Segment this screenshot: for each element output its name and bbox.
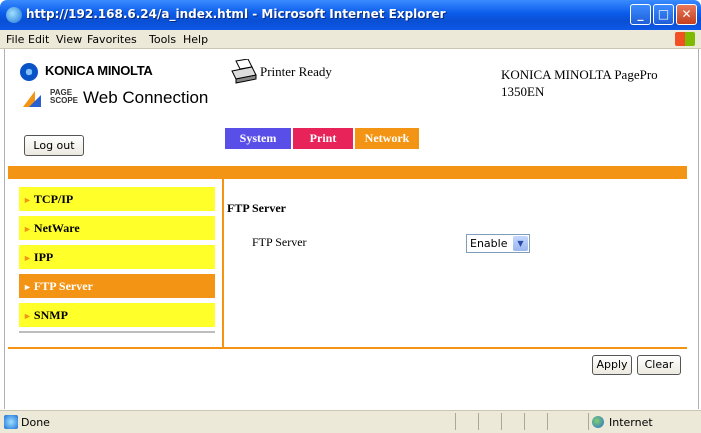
tab-system[interactable]: System bbox=[225, 128, 291, 149]
menu-edit[interactable]: Edit bbox=[28, 33, 49, 46]
status-separator bbox=[547, 413, 548, 430]
sidebar-item-tcpip[interactable]: ► TCP/IP bbox=[19, 187, 215, 211]
window-titlebar[interactable]: http://192.168.6.24/a_index.html - Micro… bbox=[0, 0, 701, 30]
page-content: KONICA MINOLTA PAGE SCOPE Web Connection … bbox=[4, 49, 699, 409]
windows-logo-icon bbox=[675, 32, 695, 46]
status-separator bbox=[588, 413, 589, 430]
brand-name: KONICA MINOLTA bbox=[45, 63, 153, 78]
status-text: Done bbox=[21, 416, 50, 429]
sidebar-item-ipp[interactable]: ► IPP bbox=[19, 245, 215, 269]
ftp-server-select-value: Enable bbox=[470, 237, 508, 250]
printer-icon bbox=[231, 59, 257, 84]
window-title: http://192.168.6.24/a_index.html - Micro… bbox=[26, 7, 446, 21]
menu-tools[interactable]: Tools bbox=[149, 33, 176, 46]
menu-file[interactable]: File bbox=[6, 33, 24, 46]
pagescope-small-label: PAGE SCOPE bbox=[50, 88, 79, 105]
menu-bar: File Edit View Favorites Tools Help bbox=[0, 30, 701, 49]
menu-help[interactable]: Help bbox=[183, 33, 208, 46]
sidebar-item-ftp-server[interactable]: ► FTP Server bbox=[19, 274, 215, 298]
arrow-right-icon: ► bbox=[23, 195, 32, 205]
vertical-divider bbox=[222, 179, 224, 347]
arrow-right-icon: ► bbox=[23, 253, 32, 263]
konica-minolta-logo-icon bbox=[20, 63, 38, 81]
tab-network[interactable]: Network bbox=[355, 128, 419, 149]
clear-button[interactable]: Clear bbox=[637, 355, 681, 375]
arrow-right-icon: ► bbox=[23, 282, 32, 292]
status-separator bbox=[501, 413, 502, 430]
chevron-down-icon[interactable]: ▼ bbox=[513, 236, 528, 251]
sidebar-bottom-divider bbox=[19, 331, 215, 333]
tab-print[interactable]: Print bbox=[293, 128, 353, 149]
arrow-right-icon: ► bbox=[23, 311, 32, 321]
ie-icon bbox=[6, 7, 22, 23]
security-zone-label: Internet bbox=[609, 416, 653, 429]
ftp-server-select[interactable]: Enable ▼ bbox=[466, 234, 530, 253]
footer-divider bbox=[8, 347, 687, 349]
logout-button[interactable]: Log out bbox=[24, 135, 84, 156]
status-separator bbox=[478, 413, 479, 430]
status-separator bbox=[524, 413, 525, 430]
minimize-button[interactable]: _ bbox=[630, 4, 651, 25]
sidebar-item-netware[interactable]: ► NetWare bbox=[19, 216, 215, 240]
status-bar: Done Internet bbox=[0, 410, 701, 433]
page-done-icon bbox=[4, 415, 18, 429]
pagescope-logo-icon bbox=[23, 91, 41, 107]
ftp-server-label: FTP Server bbox=[252, 235, 307, 249]
menu-favorites[interactable]: Favorites bbox=[87, 33, 137, 46]
model-name: KONICA MINOLTA PagePro 1350EN bbox=[501, 67, 658, 99]
status-separator bbox=[455, 413, 456, 430]
product-title: Web Connection bbox=[83, 88, 209, 107]
printer-status: Printer Ready bbox=[260, 64, 332, 79]
header-divider-bar bbox=[8, 166, 687, 179]
maximize-button[interactable]: □ bbox=[653, 4, 674, 25]
sidebar-item-snmp[interactable]: ► SNMP bbox=[19, 303, 215, 327]
section-title: FTP Server bbox=[227, 201, 286, 215]
arrow-right-icon: ► bbox=[23, 224, 32, 234]
menu-view[interactable]: View bbox=[56, 33, 82, 46]
close-button[interactable]: ✕ bbox=[676, 4, 697, 25]
internet-zone-icon bbox=[592, 416, 604, 428]
apply-button[interactable]: Apply bbox=[592, 355, 632, 375]
